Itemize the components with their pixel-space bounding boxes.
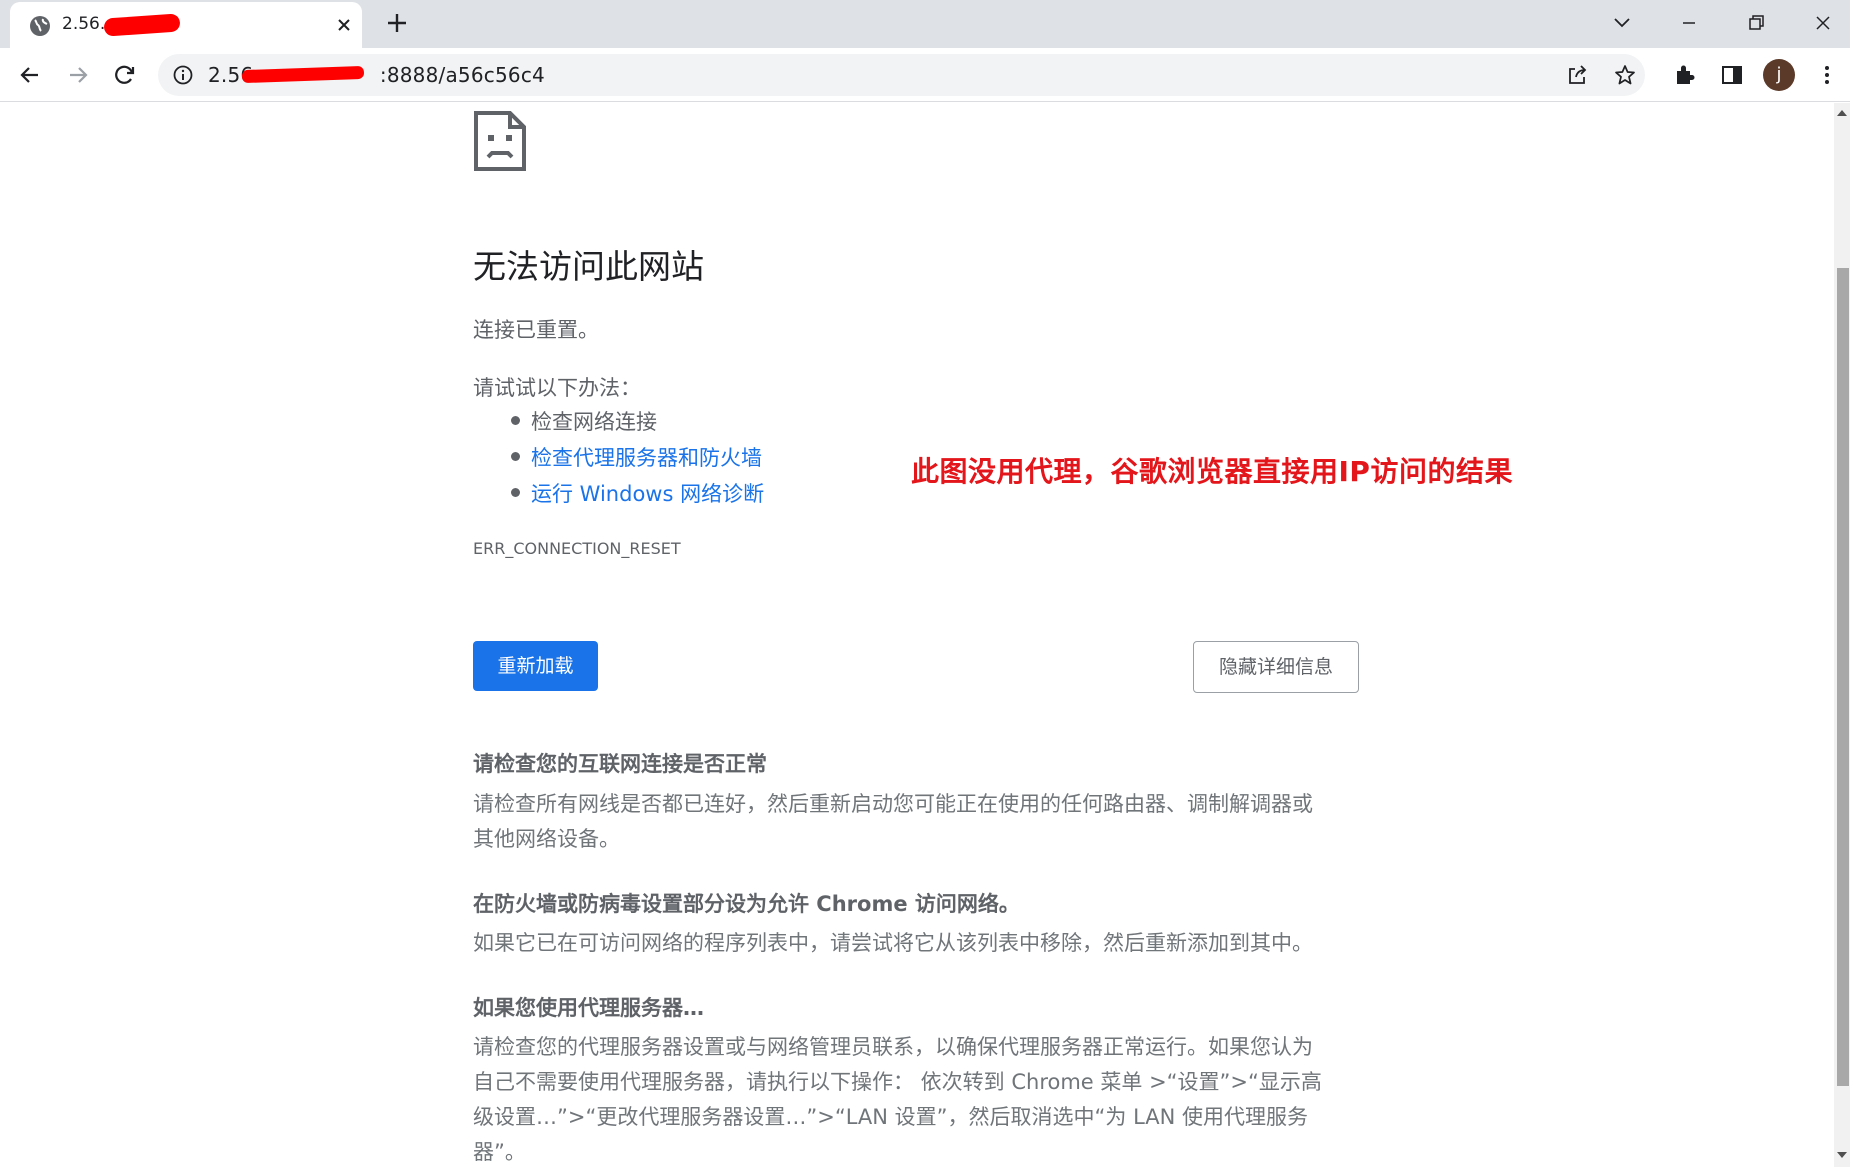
suggestions-label: 请试试以下办法： [473, 376, 641, 400]
tab-title: 2.56. [62, 14, 106, 34]
forward-icon[interactable] [64, 61, 92, 89]
scrollbar-thumb[interactable] [1837, 268, 1849, 1086]
details-heading-proxy: 如果您使用代理服务器… [473, 996, 704, 1020]
extensions-icon[interactable] [1671, 61, 1699, 89]
sad-page-icon [474, 111, 526, 171]
close-icon[interactable] [332, 13, 356, 37]
details-heading-internet: 请检查您的互联网连接是否正常 [473, 752, 767, 776]
redaction-mark [103, 13, 181, 37]
hide-details-button[interactable]: 隐藏详细信息 [1193, 641, 1359, 693]
side-panel-icon[interactable] [1718, 61, 1746, 89]
bullet-icon [511, 452, 520, 461]
scroll-down-arrow-icon[interactable] [1836, 1150, 1848, 1160]
details-line: 自己不需要使用代理服务器，请执行以下操作： 依次转到 Chrome 菜单 >“设… [473, 1070, 1322, 1094]
reload-icon[interactable] [111, 61, 139, 89]
details-body-firewall: 如果它已在可访问网络的程序列表中，请尝试将它从该列表中移除，然后重新添加到其中。 [473, 926, 1313, 961]
menu-icon[interactable] [1813, 61, 1841, 89]
share-icon[interactable] [1565, 63, 1589, 87]
suggestion-windows-diagnostics-link[interactable]: 运行 Windows 网络诊断 [531, 478, 764, 508]
star-icon[interactable] [1613, 63, 1637, 87]
minimize-icon[interactable] [1674, 8, 1704, 38]
browser-tab[interactable]: 2.56. [10, 2, 362, 48]
toolbar: 2.56.:8888/a56c56c4 j [0, 48, 1850, 102]
suggestion-check-proxy-link[interactable]: 检查代理服务器和防火墙 [531, 442, 762, 472]
details-line: 如果它已在可访问网络的程序列表中，请尝试将它从该列表中移除，然后重新添加到其中。 [473, 931, 1313, 955]
scroll-up-arrow-icon[interactable] [1836, 108, 1848, 118]
reload-button[interactable]: 重新加载 [473, 641, 598, 691]
close-icon[interactable] [1808, 8, 1838, 38]
details-line: 请检查您的代理服务器设置或与网络管理员联系，以确保代理服务器正常运行。如果您认为 [473, 1035, 1313, 1059]
details-line: 级设置…”>“更改代理服务器设置…”>“LAN 设置”，然后取消选中“为 LAN… [473, 1105, 1309, 1129]
details-heading-firewall: 在防火墙或防病毒设置部分设为允许 Chrome 访问网络。 [473, 892, 1020, 916]
info-icon[interactable] [172, 64, 194, 86]
details-body-internet: 请检查所有网线是否都已连好，然后重新启动您可能正在使用的任何路由器、调制解调器或… [473, 787, 1313, 857]
details-line: 其他网络设备。 [473, 827, 620, 851]
address-bar[interactable]: 2.56.:8888/a56c56c4 [158, 54, 1645, 96]
restore-icon[interactable] [1741, 8, 1771, 38]
details-body-proxy: 请检查您的代理服务器设置或与网络管理员联系，以确保代理服务器正常运行。如果您认为… [473, 1030, 1322, 1167]
profile-avatar[interactable]: j [1763, 59, 1795, 91]
new-tab-icon[interactable] [383, 9, 411, 37]
globe-icon [30, 16, 50, 36]
error-code: ERR_CONNECTION_RESET [473, 539, 681, 558]
error-message: 连接已重置。 [473, 318, 599, 342]
title-bar: 2.56. [0, 0, 1850, 48]
annotation-text: 此图没用代理，谷歌浏览器直接用IP访问的结果 [911, 455, 1513, 488]
back-icon[interactable] [16, 61, 44, 89]
suggestion-check-network: 检查网络连接 [531, 410, 657, 434]
bullet-icon [511, 488, 520, 497]
details-line: 请检查所有网线是否都已连好，然后重新启动您可能正在使用的任何路由器、调制解调器或 [473, 792, 1313, 816]
details-line: 器”。 [473, 1140, 526, 1164]
chevron-down-icon[interactable] [1607, 8, 1637, 38]
page-title: 无法访问此网站 [473, 247, 704, 286]
bullet-icon [511, 416, 520, 425]
